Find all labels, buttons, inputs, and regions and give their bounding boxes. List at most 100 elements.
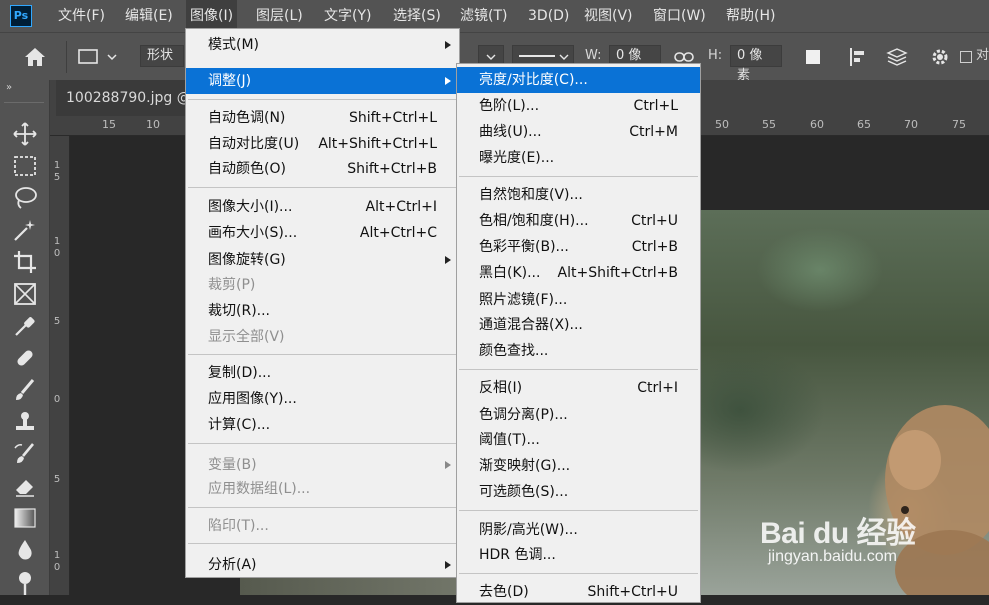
home-icon[interactable] [24, 47, 46, 71]
adjust-curves[interactable]: 曲线(U)... Ctrl+M [457, 119, 700, 145]
adjust-levels[interactable]: 色阶(L)... Ctrl+L [457, 93, 700, 119]
menu-view[interactable]: 视图(V) [584, 0, 633, 32]
image-menu-crop: 裁剪(P) [208, 277, 256, 293]
path-operations-icon[interactable] [806, 50, 820, 64]
ruler-tick-label: 65 [857, 118, 871, 131]
submenu-arrow-icon [445, 41, 451, 49]
shape-mode-select[interactable]: 形状 [140, 45, 184, 67]
menu-help[interactable]: 帮助(H) [726, 0, 775, 32]
lasso-tool-icon[interactable] [12, 185, 38, 211]
ruler-tick-label: 5 [53, 172, 61, 183]
blur-tool-icon[interactable] [12, 537, 38, 563]
adjust-gradient-map[interactable]: 渐变映射(G)... [457, 453, 700, 479]
gradient-tool-icon[interactable] [12, 505, 38, 531]
adjust-brightness-contrast[interactable]: 亮度/对比度(C)... [457, 67, 700, 93]
submenu-arrow-icon [445, 461, 451, 469]
adjust-threshold[interactable]: 阈值(T)... [457, 427, 700, 453]
image-menu-reveal-all: 显示全部(V) [208, 329, 285, 345]
gear-icon[interactable] [930, 47, 950, 71]
brush-tool-icon[interactable] [12, 377, 38, 403]
rectangle-tool-preset-icon[interactable] [78, 48, 118, 70]
eyedropper-tool-icon[interactable] [12, 313, 38, 339]
divider [66, 41, 67, 73]
magic-wand-tool-icon[interactable] [12, 217, 38, 243]
adjust-hdr-toning[interactable]: HDR 色调... [457, 542, 700, 568]
crop-tool-icon[interactable] [12, 249, 38, 275]
image-menu-canvas-size[interactable]: 画布大小(S)... Alt+Ctrl+C [186, 220, 459, 246]
ruler-tick-label: 70 [904, 118, 918, 131]
ruler-tick-label: 0 [53, 562, 61, 573]
adjust-shadows-highlights[interactable]: 阴影/高光(W)... [457, 517, 700, 543]
marquee-tool-icon[interactable] [12, 153, 38, 179]
height-label: H: [708, 48, 723, 63]
history-brush-tool-icon[interactable] [12, 441, 38, 467]
adjust-exposure[interactable]: 曝光度(E)... [457, 145, 700, 171]
adjust-hue-saturation[interactable]: 色相/饱和度(H)... Ctrl+U [457, 208, 700, 234]
image-menu-apply-image[interactable]: 应用图像(Y)... [186, 386, 459, 412]
healing-brush-tool-icon[interactable] [12, 345, 38, 371]
adjust-black-white[interactable]: 黑白(K)... Alt+Shift+Ctrl+B [457, 260, 700, 286]
image-menu-mode[interactable]: 模式(M) [186, 32, 459, 58]
ruler-tick-label: 60 [810, 118, 824, 131]
adjust-photo-filter[interactable]: 照片滤镜(F)... [457, 287, 700, 313]
image-menu-auto-tone[interactable]: 自动色调(N) Shift+Ctrl+L [186, 105, 459, 131]
ruler-tick-label: 5 [53, 474, 61, 485]
image-menu-adjustments[interactable]: 调整(J) [186, 68, 459, 94]
adjust-vibrance[interactable]: 自然饱和度(V)... [457, 182, 700, 208]
eraser-tool-icon[interactable] [12, 473, 38, 499]
panel-divider [4, 102, 44, 103]
adjustments-submenu: 亮度/对比度(C)... 色阶(L)... Ctrl+L 曲线(U)... Ctrl… [456, 63, 701, 603]
image-menu-apply-data-set: 应用数据组(L)... [208, 481, 311, 497]
watermark-url: jingyan.baidu.com [768, 548, 897, 565]
menu-file[interactable]: 文件(F) [58, 0, 105, 32]
adjust-color-lookup[interactable]: 颜色查找... [457, 338, 700, 364]
image-menu-auto-contrast[interactable]: 自动对比度(U) Alt+Shift+Ctrl+L [186, 131, 459, 157]
clone-stamp-tool-icon[interactable] [12, 409, 38, 435]
document-tab[interactable]: 100288790.jpg @ [56, 80, 186, 116]
align-edges-label: 对 [976, 48, 989, 63]
image-menu-trim[interactable]: 裁切(R)... [186, 298, 459, 324]
adjust-selective-color[interactable]: 可选颜色(S)... [457, 479, 700, 505]
baidu-jingyan-logo: Bai du 经验 [760, 517, 916, 550]
image-menu-calculations[interactable]: 计算(C)... [186, 412, 459, 438]
menu-filter[interactable]: 滤镜(T) [460, 0, 507, 32]
adjust-color-balance[interactable]: 色彩平衡(B)... Ctrl+B [457, 234, 700, 260]
collapse-panel-icon[interactable]: » [6, 82, 12, 93]
image-menu-image-rotation[interactable]: 图像旋转(G) [186, 247, 459, 273]
menu-separator [188, 187, 457, 188]
adjust-posterize[interactable]: 色调分离(P)... [457, 402, 700, 428]
image-menu: 模式(M) 调整(J) 自动色调(N) Shift+Ctrl+L 自动对比度(U)… [185, 28, 460, 578]
adjust-channel-mixer[interactable]: 通道混合器(X)... [457, 312, 700, 338]
menu-edit[interactable]: 编辑(E) [125, 0, 173, 32]
menu-window[interactable]: 窗口(W) [653, 0, 706, 32]
menu-separator [188, 99, 457, 100]
ruler-tick-label: 0 [53, 394, 61, 405]
menu-separator [188, 354, 457, 355]
tools-panel: » [0, 80, 50, 595]
adjust-desaturate[interactable]: 去色(D) Shift+Ctrl+U [457, 579, 700, 605]
ruler-tick-label: 5 [53, 316, 61, 327]
ruler-tick-label: 1 [53, 160, 61, 171]
align-edges-checkbox[interactable] [960, 51, 972, 63]
vertical-ruler: 1 5 1 0 5 0 5 1 0 [50, 136, 70, 595]
menu-separator [188, 443, 457, 444]
ruler-tick-label: 75 [952, 118, 966, 131]
submenu-arrow-icon [445, 77, 451, 85]
move-tool-icon[interactable] [12, 121, 38, 147]
image-menu-image-size[interactable]: 图像大小(I)... Alt+Ctrl+I [186, 194, 459, 220]
path-arrangement-icon[interactable] [886, 47, 908, 71]
menu-3d[interactable]: 3D(D) [528, 0, 569, 32]
dodge-tool-icon[interactable] [12, 569, 38, 595]
image-menu-duplicate[interactable]: 复制(D)... [186, 360, 459, 386]
submenu-arrow-icon [445, 561, 451, 569]
image-menu-auto-color[interactable]: 自动颜色(O) Shift+Ctrl+B [186, 156, 459, 182]
height-input[interactable]: 0 像素 [730, 45, 782, 83]
ruler-tick-label: 1 [53, 236, 61, 247]
image-menu-analysis[interactable]: 分析(A) [186, 552, 459, 578]
photoshop-logo[interactable]: Ps [10, 5, 32, 27]
frame-tool-icon[interactable] [12, 281, 38, 307]
menu-separator [188, 543, 457, 544]
path-alignment-icon[interactable] [848, 47, 868, 71]
adjust-invert[interactable]: 反相(I) Ctrl+I [457, 375, 700, 401]
submenu-arrow-icon [445, 256, 451, 264]
